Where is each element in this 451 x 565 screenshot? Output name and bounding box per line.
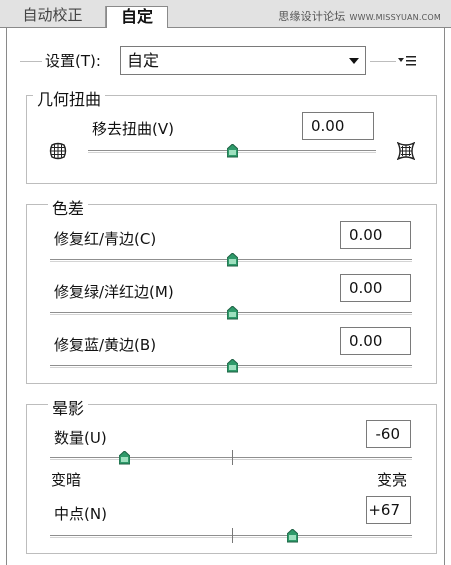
vignette-midpoint-input[interactable]: +67 bbox=[366, 496, 411, 524]
fix-red-cyan-thumb[interactable] bbox=[227, 253, 238, 267]
fix-red-cyan-label: 修复红/青边(C) bbox=[54, 230, 157, 248]
remove-distortion-input[interactable]: 0.00 bbox=[302, 112, 374, 140]
grid-barrel-icon[interactable] bbox=[49, 142, 67, 160]
fix-blue-yellow-label: 修复蓝/黄边(B) bbox=[54, 336, 157, 354]
chevron-down-icon bbox=[349, 58, 359, 64]
grid-pincushion-icon[interactable] bbox=[397, 142, 415, 160]
watermark: 思缘设计论坛 WWW.MISSYUAN.COM bbox=[278, 8, 441, 24]
fix-green-magenta-thumb[interactable] bbox=[227, 306, 238, 320]
tab-auto-correct[interactable]: 自动校正 bbox=[0, 6, 106, 27]
chromatic-aberration-title: 色差 bbox=[48, 195, 89, 219]
vignette-midpoint-thumb[interactable] bbox=[287, 529, 298, 543]
settings-dropdown[interactable]: 自定 bbox=[120, 46, 366, 75]
vignette-amount-track[interactable] bbox=[50, 457, 412, 460]
panel-menu-icon[interactable] bbox=[397, 53, 417, 69]
darken-label: 变暗 bbox=[51, 471, 82, 489]
vignette-amount-input[interactable]: -60 bbox=[366, 420, 411, 448]
remove-distortion-label: 移去扭曲(V) bbox=[92, 120, 174, 138]
brighten-label: 变亮 bbox=[377, 471, 408, 489]
remove-distortion-thumb[interactable] bbox=[227, 144, 238, 158]
fix-red-cyan-input[interactable]: 0.00 bbox=[340, 221, 411, 249]
geometric-distortion-title: 几何扭曲 bbox=[33, 86, 106, 110]
settings-dropdown-value: 自定 bbox=[127, 51, 160, 70]
settings-divider-right bbox=[370, 61, 396, 62]
vignette-amount-thumb[interactable] bbox=[119, 451, 130, 465]
vignette-midpoint-label: 中点(N) bbox=[54, 505, 107, 523]
tab-custom[interactable]: 自定 bbox=[106, 6, 168, 28]
fix-blue-yellow-input[interactable]: 0.00 bbox=[340, 327, 411, 355]
vignette-midpoint-track[interactable] bbox=[50, 535, 412, 538]
vignette-midpoint-center-tick bbox=[232, 528, 233, 543]
fix-green-magenta-label: 修复绿/洋红边(M) bbox=[54, 283, 174, 301]
settings-label: 设置(T): bbox=[45, 52, 101, 70]
fix-green-magenta-input[interactable]: 0.00 bbox=[340, 274, 411, 302]
settings-divider-left bbox=[20, 61, 42, 62]
vignette-title: 晕影 bbox=[48, 395, 89, 419]
fix-blue-yellow-thumb[interactable] bbox=[227, 359, 238, 373]
vignette-amount-label: 数量(U) bbox=[54, 429, 107, 447]
watermark-url: WWW.MISSYUAN.COM bbox=[349, 13, 441, 22]
vignette-amount-center-tick bbox=[232, 450, 233, 465]
watermark-text: 思缘设计论坛 bbox=[278, 10, 346, 23]
tab-bar: 自动校正 自定 思缘设计论坛 WWW.MISSYUAN.COM bbox=[0, 0, 451, 28]
